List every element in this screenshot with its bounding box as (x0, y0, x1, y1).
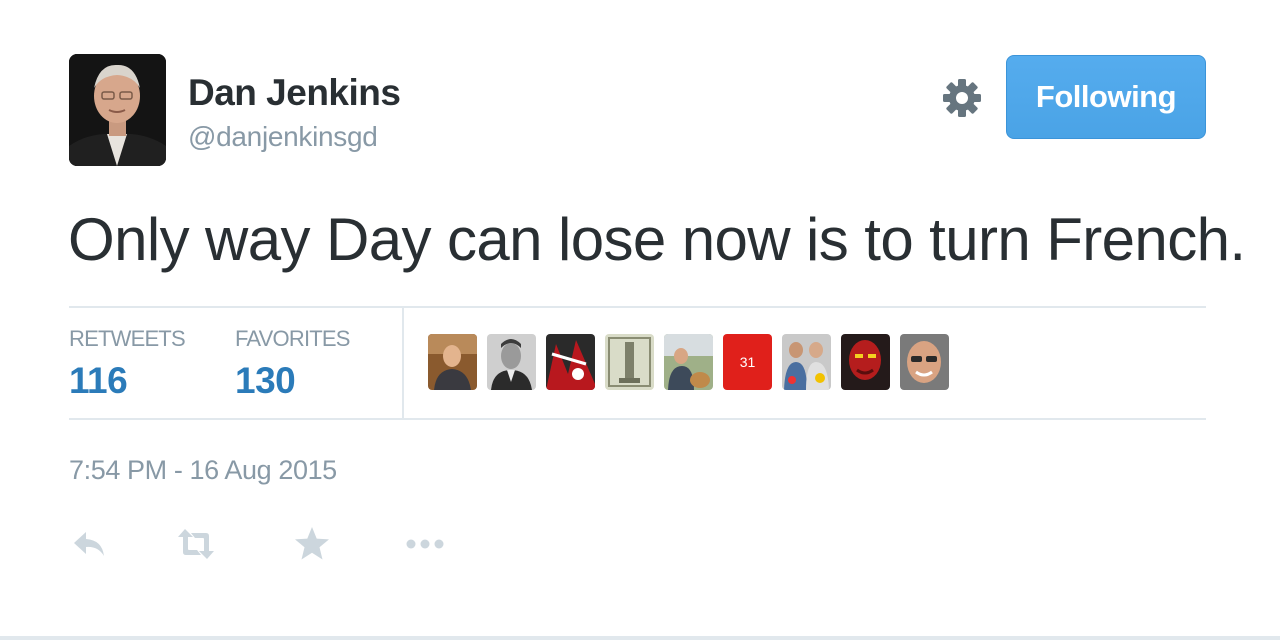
retweets-count[interactable]: 116 (69, 360, 185, 402)
favoriter-avatar[interactable] (605, 334, 654, 390)
stats-divider (402, 308, 404, 418)
bottom-border (0, 636, 1280, 640)
favoriter-avatar[interactable] (546, 334, 595, 390)
gear-icon[interactable] (938, 74, 986, 122)
favoriter-avatar[interactable] (664, 334, 713, 390)
favoriter-avatar[interactable] (487, 334, 536, 390)
tweet-text: Only way Day can lose now is to turn Fre… (68, 206, 1246, 273)
favoriter-avatar[interactable] (782, 334, 831, 390)
favoriter-avatar[interactable] (900, 334, 949, 390)
favoriter-avatar-31[interactable]: 31 (723, 334, 772, 390)
star-icon[interactable] (292, 524, 332, 564)
tweet-stats: RETWEETS 116 FAVORITES 130 31 (69, 306, 1206, 420)
retweet-icon[interactable] (176, 524, 216, 564)
favorites-label: FAVORITES (235, 326, 350, 351)
author-name[interactable]: Dan Jenkins (188, 72, 401, 114)
ellipsis-icon[interactable] (405, 524, 445, 564)
retweets-label: RETWEETS (69, 326, 186, 351)
favoriter-avatar[interactable] (428, 334, 477, 390)
reply-icon[interactable] (70, 524, 110, 564)
favorites-count[interactable]: 130 (235, 360, 350, 402)
tweet-timestamp[interactable]: 7:54 PM - 16 Aug 2015 (69, 455, 337, 486)
retweets-stat[interactable]: RETWEETS 116 (69, 326, 186, 402)
author-avatar[interactable] (69, 54, 166, 166)
favorites-stat[interactable]: FAVORITES 130 (235, 326, 350, 402)
favoriter-avatar[interactable] (841, 334, 890, 390)
following-button[interactable]: Following (1006, 55, 1206, 139)
author-handle[interactable]: @danjenkinsgd (188, 121, 378, 153)
